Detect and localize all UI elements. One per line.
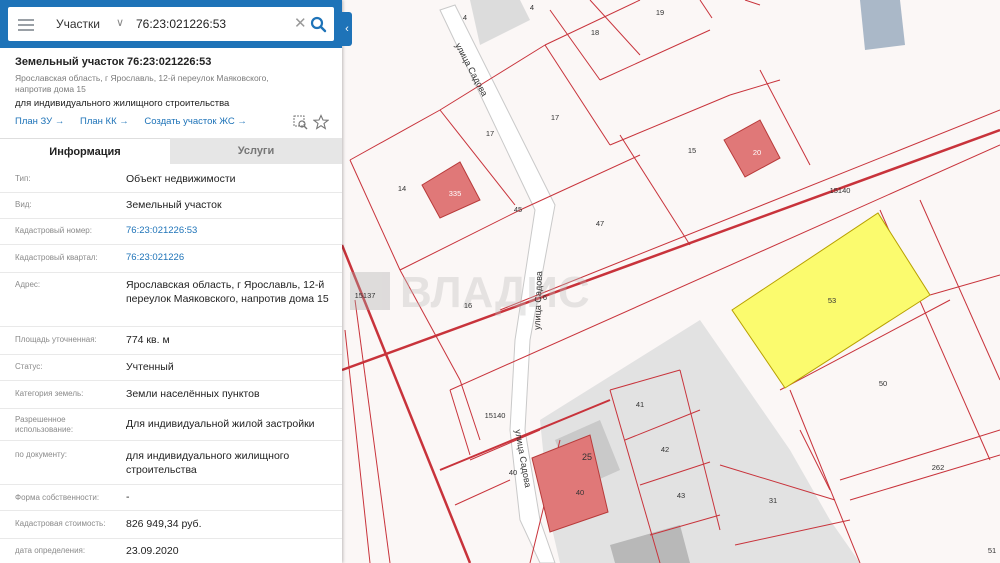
parcel-label: 15	[688, 146, 696, 155]
row-label: Форма собственности:	[15, 493, 100, 502]
row-value: Земельный участок	[126, 199, 222, 211]
parcel-label: 17	[551, 113, 559, 122]
table-row: Площадь уточненная: 774 кв. м	[0, 326, 342, 355]
tab-services[interactable]: Услуги	[170, 138, 342, 164]
row-label: Адрес:	[15, 280, 41, 289]
cadastral-quarter-link[interactable]: 76:23:021226	[126, 251, 336, 265]
table-row: Адрес: Ярославская область, г Ярославль,…	[0, 272, 342, 327]
parcel-label: 17	[486, 129, 494, 138]
object-address: Ярославская область, г Ярославль, 12-й п…	[15, 73, 269, 94]
water-area	[860, 0, 905, 50]
star-icon[interactable]	[313, 114, 329, 130]
parcel-label: 40	[576, 488, 584, 497]
search-bar: Участки ∨ 76:23:021226:53 ✕	[0, 0, 342, 48]
table-row: Кадастровый квартал: 76:23:021226	[0, 244, 342, 273]
parcel-label: 31	[769, 496, 777, 505]
zoom-to-object-icon[interactable]	[292, 114, 308, 130]
row-label: Площадь уточненная:	[15, 335, 97, 344]
row-label: Статус:	[15, 362, 43, 371]
parcel-label: 53	[828, 296, 836, 305]
parcel-label: 43	[677, 491, 685, 500]
row-label: Категория земель:	[15, 389, 84, 398]
parcel-label: 25	[582, 452, 592, 462]
table-row: Вид: Земельный участок	[0, 192, 342, 219]
object-title: Земельный участок 76:23:021226:53	[15, 56, 212, 68]
table-row: Форма собственности: -	[0, 484, 342, 511]
row-value: 774 кв. м	[126, 334, 170, 346]
table-row: по документу: для индивидуального жилищн…	[0, 440, 342, 485]
tabs: Информация Услуги	[0, 138, 342, 165]
parcel-label: 16	[464, 301, 472, 310]
row-label: Тип:	[15, 174, 31, 183]
parcel-label: 42	[661, 445, 669, 454]
parcel-label: 15137	[355, 291, 376, 300]
search-input[interactable]: 76:23:021226:53	[136, 17, 226, 31]
row-value: Ярославская область, г Ярославль, 12-й п…	[126, 279, 329, 305]
parcel-label: 15140	[485, 411, 506, 420]
cadastral-number-link[interactable]: 76:23:021226:53	[126, 224, 336, 238]
parcel-label: 15140	[830, 186, 851, 195]
parcel-label: 45	[514, 205, 522, 214]
watermark-text: ВЛАДИС	[400, 268, 590, 317]
row-value: для индивидуального жилищного строительс…	[126, 450, 290, 476]
parcel-label: 6	[543, 293, 547, 302]
parcel-label: 40	[509, 468, 517, 477]
row-label: Кадастровый квартал:	[15, 253, 98, 262]
table-row: Статус: Учтенный	[0, 354, 342, 381]
object-links: План ЗУ → План КК → Создать участок ЖС →	[15, 116, 260, 127]
info-panel: Участки ∨ 76:23:021226:53 ✕ Земельный уч…	[0, 0, 342, 563]
row-value: Объект недвижимости	[126, 173, 236, 185]
search-icon[interactable]	[308, 13, 330, 35]
parcel-label: 41	[636, 400, 644, 409]
table-row: Кадастровая стоимость: 826 949,34 руб.	[0, 510, 342, 539]
parcel-label: 14	[398, 184, 406, 193]
row-label: Кадастровая стоимость:	[15, 519, 106, 528]
plan-zu-link[interactable]: План ЗУ →	[15, 116, 64, 127]
parcel-label: 50	[879, 379, 887, 388]
parcel-label: 262	[932, 463, 945, 472]
row-value: -	[126, 491, 130, 503]
table-row: Кадастровый номер: 76:23:021226:53	[0, 218, 342, 245]
table-row: Разрешенное использование: Для индивидуа…	[0, 408, 342, 441]
parcel-label: 20	[753, 148, 761, 157]
create-parcel-link[interactable]: Создать участок ЖС →	[144, 116, 246, 127]
category-select[interactable]: Участки	[56, 17, 100, 31]
close-icon[interactable]: ✕	[294, 14, 307, 32]
row-value: 23.09.2020	[126, 545, 179, 557]
row-label: Кадастровый номер:	[15, 226, 92, 235]
parcel-label: 4	[463, 13, 467, 22]
chevron-down-icon[interactable]: ∨	[116, 16, 124, 29]
row-value: 826 949,34 руб.	[126, 518, 202, 530]
row-label: Разрешенное использование:	[15, 415, 74, 434]
parcel-label: 51	[988, 546, 996, 555]
collapse-panel-button[interactable]: ‹	[342, 12, 352, 46]
parcel-label: 47	[596, 219, 604, 228]
row-value: Земли населённых пунктов	[126, 388, 260, 400]
object-use: для индивидуального жилищного строительс…	[15, 98, 230, 109]
row-label: по документу:	[15, 450, 67, 459]
table-row: Тип: Объект недвижимости	[0, 166, 342, 193]
search-box[interactable]: Участки ∨ 76:23:021226:53 ✕	[8, 7, 334, 41]
parcel-label: 335	[449, 189, 462, 198]
row-value: Для индивидуальной жилой застройки	[126, 418, 315, 430]
table-row: дата определения: 23.09.2020	[0, 538, 342, 563]
parcel-label: 4	[530, 3, 534, 12]
menu-icon[interactable]	[18, 16, 34, 32]
row-value: Учтенный	[126, 361, 174, 373]
tab-information[interactable]: Информация	[0, 138, 170, 165]
table-row: Категория земель: Земли населённых пункт…	[0, 380, 342, 409]
row-label: дата определения:	[15, 546, 86, 555]
plan-kk-link[interactable]: План КК →	[80, 116, 129, 127]
parcel-label: 18	[591, 28, 599, 37]
parcel-label: 19	[656, 8, 664, 17]
row-label: Вид:	[15, 200, 32, 209]
